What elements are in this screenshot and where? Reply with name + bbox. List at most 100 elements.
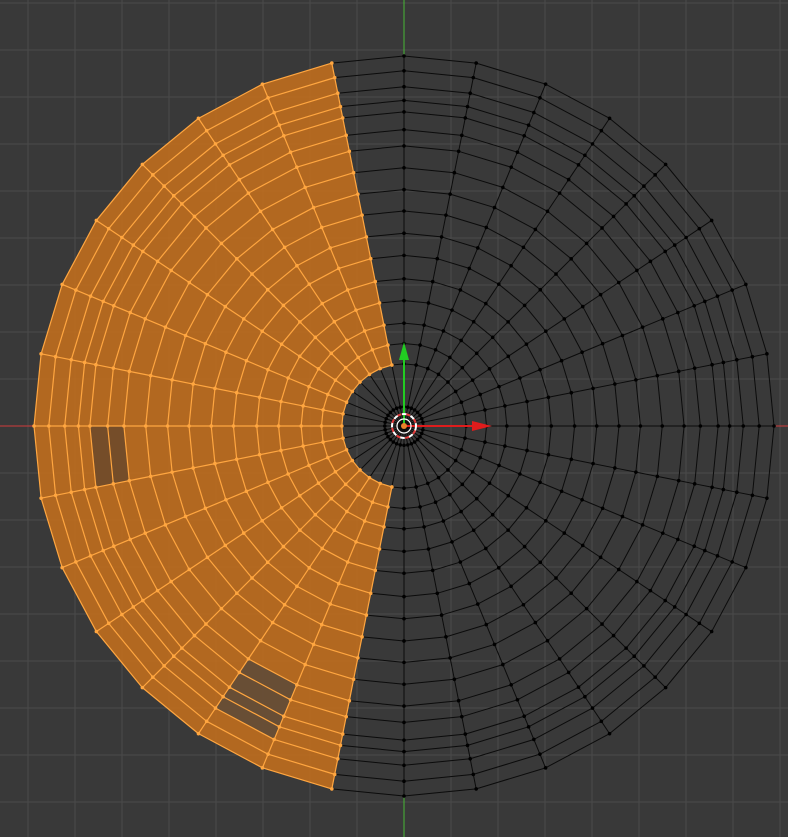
edge[interactable] bbox=[417, 381, 449, 413]
selected-vertex[interactable] bbox=[336, 266, 341, 271]
edge[interactable] bbox=[387, 506, 405, 510]
vertex[interactable] bbox=[436, 475, 441, 480]
vertex[interactable] bbox=[414, 485, 418, 489]
vertex[interactable] bbox=[697, 621, 702, 626]
vertex[interactable] bbox=[460, 714, 464, 719]
vertex[interactable] bbox=[460, 365, 465, 370]
selected-vertex[interactable] bbox=[266, 96, 270, 100]
vertex[interactable] bbox=[459, 509, 463, 514]
edge[interactable] bbox=[711, 425, 719, 488]
vertex[interactable] bbox=[521, 602, 526, 607]
vertex[interactable] bbox=[456, 149, 461, 154]
selected-vertex[interactable] bbox=[378, 366, 383, 371]
vertex[interactable] bbox=[402, 763, 406, 768]
selected-vertex[interactable] bbox=[354, 308, 358, 312]
edge[interactable] bbox=[472, 774, 477, 789]
edge[interactable] bbox=[539, 481, 562, 492]
vertex[interactable] bbox=[402, 276, 406, 281]
vertex[interactable] bbox=[692, 544, 697, 549]
vertex[interactable] bbox=[599, 128, 604, 133]
edge[interactable] bbox=[370, 592, 405, 598]
edge[interactable] bbox=[423, 324, 444, 332]
vertex[interactable] bbox=[402, 443, 406, 448]
gizmo-x-arrowhead[interactable] bbox=[472, 421, 492, 431]
selected-vertex[interactable] bbox=[140, 162, 145, 167]
selected-vertex[interactable] bbox=[204, 128, 209, 133]
edge[interactable] bbox=[403, 506, 421, 510]
edge[interactable] bbox=[510, 586, 524, 606]
selected-vertex[interactable] bbox=[203, 506, 208, 511]
edge[interactable] bbox=[533, 739, 541, 755]
edge[interactable] bbox=[342, 733, 405, 741]
edge[interactable] bbox=[613, 635, 627, 649]
selected-vertex[interactable] bbox=[276, 424, 281, 428]
edge[interactable] bbox=[461, 367, 473, 381]
edge[interactable] bbox=[736, 491, 753, 496]
selected-vertex[interactable] bbox=[162, 664, 166, 668]
selected-vertex[interactable] bbox=[53, 493, 58, 498]
edge[interactable] bbox=[498, 567, 512, 587]
selected-vertex[interactable] bbox=[60, 565, 64, 570]
selected-vertex[interactable] bbox=[336, 756, 340, 761]
edge[interactable] bbox=[489, 482, 509, 497]
edge[interactable] bbox=[662, 312, 679, 320]
edge[interactable] bbox=[736, 356, 753, 361]
vertex[interactable] bbox=[444, 635, 448, 639]
edge[interactable] bbox=[711, 220, 747, 285]
vertex[interactable] bbox=[463, 412, 467, 416]
edge[interactable] bbox=[685, 228, 700, 238]
vertex[interactable] bbox=[590, 142, 595, 146]
vertex[interactable] bbox=[383, 420, 387, 425]
edge[interactable] bbox=[613, 203, 627, 217]
vertex[interactable] bbox=[468, 91, 472, 96]
vertex[interactable] bbox=[640, 523, 645, 527]
edge[interactable] bbox=[403, 614, 442, 620]
edge[interactable] bbox=[403, 322, 425, 326]
selected-vertex[interactable] bbox=[344, 133, 348, 138]
edge[interactable] bbox=[517, 151, 569, 181]
edge[interactable] bbox=[454, 172, 503, 188]
vertex[interactable] bbox=[467, 266, 472, 271]
vertex[interactable] bbox=[663, 162, 668, 167]
edge[interactable] bbox=[489, 355, 509, 370]
selected-vertex[interactable] bbox=[338, 104, 343, 109]
vertex[interactable] bbox=[598, 292, 603, 297]
edge[interactable] bbox=[362, 210, 405, 216]
vertex[interactable] bbox=[412, 408, 417, 412]
edge[interactable] bbox=[494, 622, 536, 645]
selected-vertex[interactable] bbox=[101, 299, 105, 304]
vertex[interactable] bbox=[402, 506, 406, 511]
vertex[interactable] bbox=[515, 698, 520, 702]
vertex[interactable] bbox=[715, 294, 720, 298]
edge[interactable] bbox=[539, 360, 562, 371]
vertex[interactable] bbox=[716, 424, 720, 428]
vertex[interactable] bbox=[444, 213, 448, 217]
vertex[interactable] bbox=[474, 787, 478, 791]
edge[interactable] bbox=[555, 577, 572, 594]
vertex[interactable] bbox=[441, 329, 446, 333]
vertex[interactable] bbox=[607, 116, 612, 121]
vertex[interactable] bbox=[734, 358, 739, 362]
selected-vertex[interactable] bbox=[169, 268, 173, 273]
selected-vertex[interactable] bbox=[364, 235, 369, 239]
edge[interactable] bbox=[678, 367, 695, 372]
vertex[interactable] bbox=[402, 639, 406, 643]
edge[interactable] bbox=[484, 409, 488, 427]
edge[interactable] bbox=[614, 379, 636, 385]
edge[interactable] bbox=[359, 381, 391, 413]
edge[interactable] bbox=[539, 289, 565, 320]
edge[interactable] bbox=[504, 405, 508, 427]
vertex[interactable] bbox=[635, 579, 639, 584]
edge[interactable] bbox=[716, 492, 738, 556]
vertex[interactable] bbox=[546, 395, 551, 400]
edge[interactable] bbox=[427, 368, 439, 375]
vertex[interactable] bbox=[634, 470, 638, 474]
vertex[interactable] bbox=[383, 427, 387, 432]
edge[interactable] bbox=[694, 425, 701, 484]
edge[interactable] bbox=[586, 608, 603, 625]
vertex[interactable] bbox=[448, 192, 452, 196]
edge[interactable] bbox=[337, 758, 405, 766]
selected-vertex[interactable] bbox=[340, 732, 345, 736]
selected-face[interactable] bbox=[233, 392, 260, 426]
edge[interactable] bbox=[654, 164, 666, 176]
